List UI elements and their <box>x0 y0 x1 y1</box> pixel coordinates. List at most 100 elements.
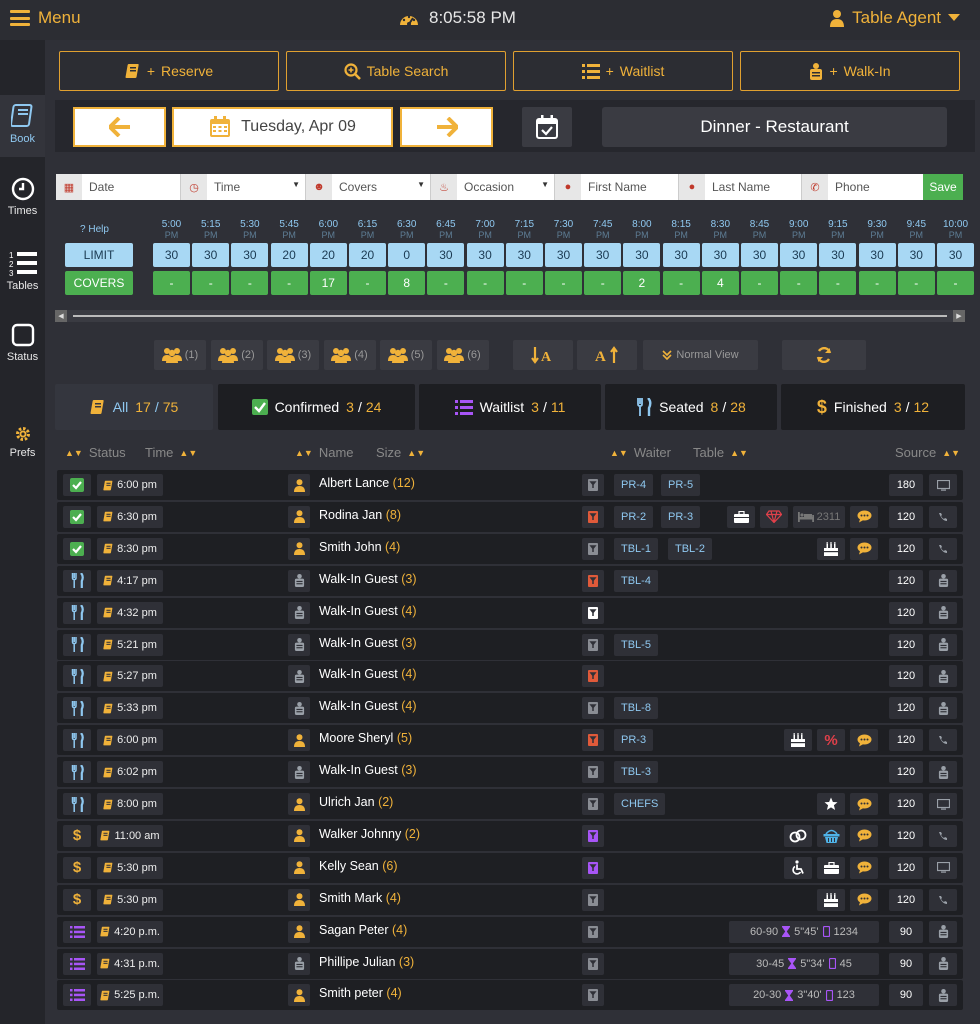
tag-gem[interactable] <box>760 505 788 528</box>
tag-cake[interactable] <box>784 729 812 752</box>
table-row[interactable]: 5:33 pm Walk-In Guest (4) TBL-8 120 <box>57 693 963 724</box>
status-cell[interactable] <box>63 569 91 592</box>
status-cell[interactable]: $ <box>63 856 91 879</box>
status-cell[interactable] <box>63 920 91 943</box>
status-cell[interactable] <box>63 665 91 688</box>
guest-name[interactable]: Walk-In Guest (4) <box>319 667 417 681</box>
tag-chat[interactable] <box>850 793 878 815</box>
sidebar-item-book[interactable]: Book <box>0 95 45 157</box>
slot-limit[interactable]: 30 <box>192 243 230 267</box>
tag-cake[interactable] <box>817 537 845 560</box>
table-row[interactable]: $5:30 pm Kelly Sean (6) 120 <box>57 852 963 883</box>
view-mode-button[interactable]: Normal View <box>643 340 758 370</box>
slot-limit[interactable]: 30 <box>819 243 857 267</box>
tab-seated[interactable]: Seated 8/28 <box>605 384 777 430</box>
slot-limit[interactable]: 30 <box>662 243 700 267</box>
table-tag[interactable]: TBL-1 <box>614 537 658 560</box>
status-cell[interactable] <box>63 697 91 720</box>
guest-name[interactable]: Smith Mark (4) <box>319 891 401 905</box>
sort-time[interactable]: Time ▲▼ <box>145 445 197 460</box>
guest-name[interactable]: Albert Lance (12) <box>319 476 415 490</box>
table-tag[interactable]: TBL-3 <box>614 761 658 784</box>
menu-button[interactable]: Menu <box>10 8 81 28</box>
status-cell[interactable] <box>63 537 91 560</box>
slot-limit[interactable]: 30 <box>623 243 661 267</box>
time-slot[interactable]: 7:00 PM 30 - <box>466 220 504 295</box>
tag-chat[interactable] <box>850 824 878 847</box>
table-tag[interactable]: TBL-8 <box>614 697 658 720</box>
last-name-field[interactable]: ● Last Name <box>679 174 802 200</box>
date-picker[interactable]: Tuesday, Apr 09 <box>172 107 393 147</box>
slot-limit[interactable]: 30 <box>780 243 818 267</box>
refresh-button[interactable] <box>782 340 866 370</box>
next-day-button[interactable] <box>400 107 493 147</box>
time-slot[interactable]: 5:15 PM 30 - <box>192 220 230 295</box>
previous-day-button[interactable] <box>73 107 166 147</box>
table-row[interactable]: 4:32 pm Walk-In Guest (4) 120 <box>57 597 963 628</box>
reserve-button[interactable]: + Reserve <box>59 51 279 91</box>
tag-cake[interactable] <box>817 888 845 911</box>
slot-limit[interactable]: 30 <box>427 243 465 267</box>
calendar-button[interactable] <box>522 107 572 147</box>
waitlist-button[interactable]: + Waitlist <box>513 51 733 91</box>
table-tag[interactable]: TBL-5 <box>614 633 658 656</box>
table-row[interactable]: 6:02 pm Walk-In Guest (3) TBL-3 120 <box>57 757 963 788</box>
party-size-filter[interactable]: (6) <box>436 340 489 370</box>
sort-name[interactable]: ▲▼ Name <box>295 445 354 460</box>
time-slot[interactable]: 9:30 PM 30 - <box>858 220 896 295</box>
time-slot[interactable]: 8:00 PM 30 2 <box>623 220 661 295</box>
time-slot[interactable]: 9:00 PM 30 - <box>780 220 818 295</box>
status-cell[interactable] <box>63 952 91 975</box>
status-cell[interactable] <box>63 474 91 496</box>
sort-table[interactable]: Table ▲▼ <box>693 445 748 460</box>
time-slot[interactable]: 8:45 PM 30 - <box>741 220 778 295</box>
time-slot[interactable]: 7:30 PM 30 - <box>545 220 582 295</box>
party-size-filter[interactable]: (5) <box>380 340 432 370</box>
waiter-cell[interactable] <box>582 697 604 720</box>
status-cell[interactable] <box>63 761 91 784</box>
table-tag[interactable]: PR-3 <box>661 505 701 528</box>
table-row[interactable]: 5:27 pm Walk-In Guest (4) 120 <box>57 661 963 692</box>
sidebar-item-times[interactable]: Times <box>0 177 45 217</box>
time-slot[interactable]: 8:15 PM 30 - <box>662 220 700 295</box>
tag-chat[interactable] <box>850 888 878 911</box>
tag-chat[interactable] <box>850 505 878 528</box>
time-slot[interactable]: 7:45 PM 30 - <box>584 220 622 295</box>
table-tag[interactable]: TBL-2 <box>668 537 712 560</box>
sidebar-item-tables[interactable]: 123 Tables <box>0 250 45 292</box>
table-tag[interactable]: PR-5 <box>661 474 701 496</box>
slot-limit[interactable]: 30 <box>858 243 896 267</box>
waiter-cell[interactable] <box>582 505 604 528</box>
time-slot[interactable]: 5:00 PM 30 - <box>153 220 190 295</box>
time-slot[interactable]: 5:45 PM 20 - <box>270 220 308 295</box>
waiter-cell[interactable] <box>582 474 604 496</box>
sort-descending-button[interactable]: A <box>577 340 637 370</box>
waiter-cell[interactable] <box>582 888 604 911</box>
tag-chat[interactable] <box>850 537 878 560</box>
time-field[interactable]: ◷ Time ▼ <box>181 174 306 200</box>
time-slot[interactable]: 9:15 PM 30 - <box>819 220 857 295</box>
table-row[interactable]: 8:30 pm Smith John (4) TBL-1 TBL-2 120 <box>57 533 963 564</box>
sidebar-item-prefs[interactable]: Prefs <box>0 425 45 459</box>
guest-name[interactable]: Kelly Sean (6) <box>319 859 398 873</box>
slot-limit[interactable]: 20 <box>349 243 386 267</box>
slot-limit[interactable]: 30 <box>505 243 543 267</box>
status-cell[interactable] <box>63 601 91 624</box>
table-row[interactable]: 4:31 p.m. Phillipe Julian (3) 30-45 5"34' 45… <box>57 948 963 979</box>
time-slot[interactable]: 7:15 PM 30 - <box>505 220 543 295</box>
save-button[interactable]: Save <box>923 174 963 200</box>
waiter-cell[interactable] <box>582 569 604 592</box>
tag-briefcase[interactable] <box>727 505 755 528</box>
table-tag[interactable]: PR-4 <box>614 474 654 496</box>
tag-star[interactable] <box>817 793 845 815</box>
party-size-filter[interactable]: (1) <box>154 340 206 370</box>
tag-chat[interactable] <box>850 729 878 752</box>
table-row[interactable]: 4:17 pm Walk-In Guest (3) TBL-4 120 <box>57 565 963 596</box>
table-row[interactable]: 6:00 pm Albert Lance (12) PR-4 PR-5 180 <box>57 470 963 500</box>
tag-briefcase[interactable] <box>817 856 845 879</box>
tag-rings[interactable] <box>784 824 812 847</box>
waiter-cell[interactable] <box>582 793 604 815</box>
slot-limit[interactable]: 30 <box>153 243 190 267</box>
walk-in-button[interactable]: + Walk-In <box>740 51 960 91</box>
guest-name[interactable]: Walk-In Guest (3) <box>319 636 417 650</box>
